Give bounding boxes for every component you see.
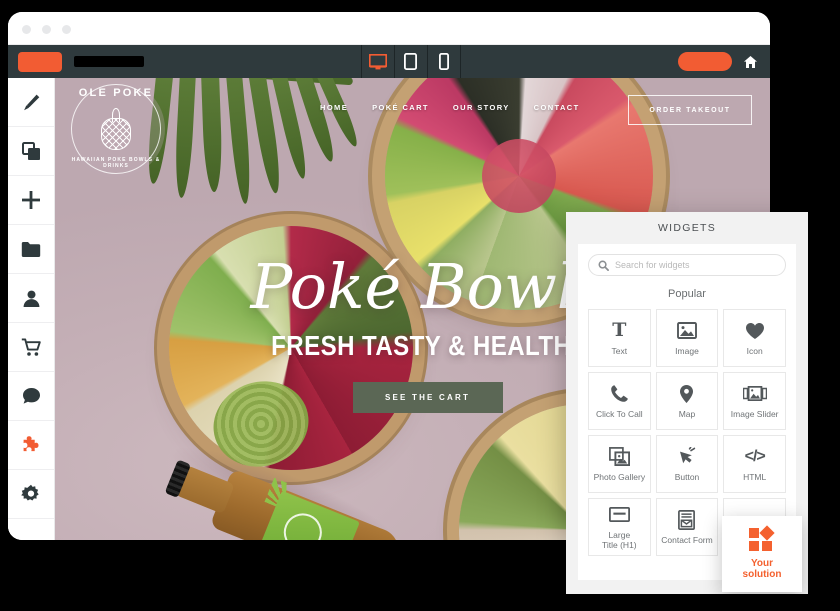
device-toggle-desktop[interactable] [360,45,395,78]
widget-label: Image [675,345,699,356]
tool-rail [8,78,55,540]
puzzle-icon [23,436,38,452]
code-icon: </> [744,447,766,465]
image-slider-icon [742,383,767,405]
cart-icon [21,337,41,356]
logo-bottom-text: HAWAIIAN POKE BOWLS & DRINKS [71,157,161,169]
layers-icon [21,141,40,160]
widget-item-contact-form[interactable]: Contact Form [655,498,719,556]
editor-toolbar [8,45,770,78]
widget-item-html[interactable]: </> HTML [723,435,786,493]
widget-label: Map [678,408,696,419]
widget-item-button[interactable]: Button [655,435,719,493]
widget-label: Icon [746,345,763,356]
square-bottom-right [762,540,772,551]
tool-rail-item-files[interactable] [8,225,54,274]
mobile-icon [438,53,449,70]
cursor-click-icon [677,446,697,468]
chat-bubble-icon [22,388,40,404]
heart-icon [745,320,765,342]
site-nav-item-our-story[interactable]: OUR STORY [453,103,510,112]
tool-rail-item-members[interactable] [8,274,54,323]
device-preview-group [360,45,461,78]
widget-label: Text [611,345,628,356]
widget-item-text[interactable]: T Text [588,309,651,367]
widget-label: Click To Call [596,408,643,419]
tablet-icon [404,53,417,70]
widget-item-click-to-call[interactable]: Click To Call [588,372,651,430]
gear-icon [21,484,39,501]
your-solution-line1: Your [750,557,774,569]
order-takeout-button[interactable]: ORDER TAKEOUT [628,95,752,125]
square-top-left [749,527,759,538]
site-nav-item-contact[interactable]: CONTACT [534,103,580,112]
contact-form-icon [678,509,696,531]
map-pin-icon [679,383,694,405]
widget-label: Photo Gallery [593,471,646,482]
toolbar-left-group [8,51,144,72]
toolbar-title-placeholder [74,56,144,67]
heading-icon [608,504,630,526]
window-controls[interactable] [22,25,71,34]
widget-label: HTML [743,471,767,482]
site-nav-item-poke-cart[interactable]: POKÉ CART [372,103,429,112]
site-nav-links: HOME POKÉ CART OUR STORY CONTACT [320,103,580,112]
minimize-dot[interactable] [42,25,51,34]
widget-item-image-slider[interactable]: Image Slider [723,372,786,430]
image-icon [677,320,697,342]
browser-titlebar [8,12,770,45]
widgets-section-label: Popular [668,288,706,300]
search-icon [598,260,609,271]
widget-label: Image Slider [730,408,779,419]
your-solution-badge[interactable]: Your solution [722,516,802,592]
device-toggle-mobile[interactable] [426,45,461,78]
widget-item-photo-gallery[interactable]: Photo Gallery [588,435,651,493]
your-solution-text: Your solution [743,558,782,581]
phone-icon [610,383,629,405]
device-toggle-tablet[interactable] [393,45,428,78]
widget-label: Button [674,471,700,482]
see-the-cart-button[interactable]: SEE THE CART [352,382,503,413]
square-bottom-left [749,540,759,551]
tool-rail-item-chat[interactable] [8,372,54,421]
tool-rail-item-design[interactable] [8,78,54,127]
desktop-icon [368,53,387,69]
maximize-dot[interactable] [62,25,71,34]
site-navigation: HOME POKÉ CART OUR STORY CONTACT ORDER T… [55,78,770,140]
widget-item-image[interactable]: Image [655,309,719,367]
poke-bowl-center [482,139,556,213]
widget-label: Large Title (H1) [602,529,637,550]
folder-icon [21,241,41,257]
person-icon [23,290,39,307]
tool-rail-item-pages[interactable] [8,127,54,176]
widget-label: Contact Form [661,534,713,545]
diamond-top-right [759,524,775,541]
toolbar-right-group [678,52,770,71]
widget-search-input[interactable]: Search for widgets [615,260,690,270]
plus-icon [22,191,40,209]
text-icon: T [612,319,627,342]
close-dot[interactable] [22,25,31,34]
photo-gallery-icon [608,446,630,468]
tool-rail-item-widgets[interactable] [8,421,54,470]
your-solution-line2: solution [742,569,782,580]
tool-rail-item-add[interactable] [8,176,54,225]
publish-button[interactable] [678,52,732,71]
tool-rail-item-store[interactable] [8,323,54,372]
home-icon[interactable] [743,55,758,69]
widget-item-map[interactable]: Map [655,372,719,430]
widget-item-icon[interactable]: Icon [723,309,786,367]
tool-rail-item-settings[interactable] [8,470,54,519]
toolbar-primary-button[interactable] [18,51,62,72]
four-squares-icon [749,524,775,552]
widget-search-box[interactable]: Search for widgets [588,254,786,276]
brush-icon [23,94,39,110]
widgets-panel-title: WIDGETS [657,222,717,234]
widget-item-large-title[interactable]: Large Title (H1) [588,498,651,556]
site-nav-item-home[interactable]: HOME [320,103,348,112]
screenshot-stage: OLE POKE HAWAIIAN POKE BOWLS & DRINKS HO… [0,0,840,611]
